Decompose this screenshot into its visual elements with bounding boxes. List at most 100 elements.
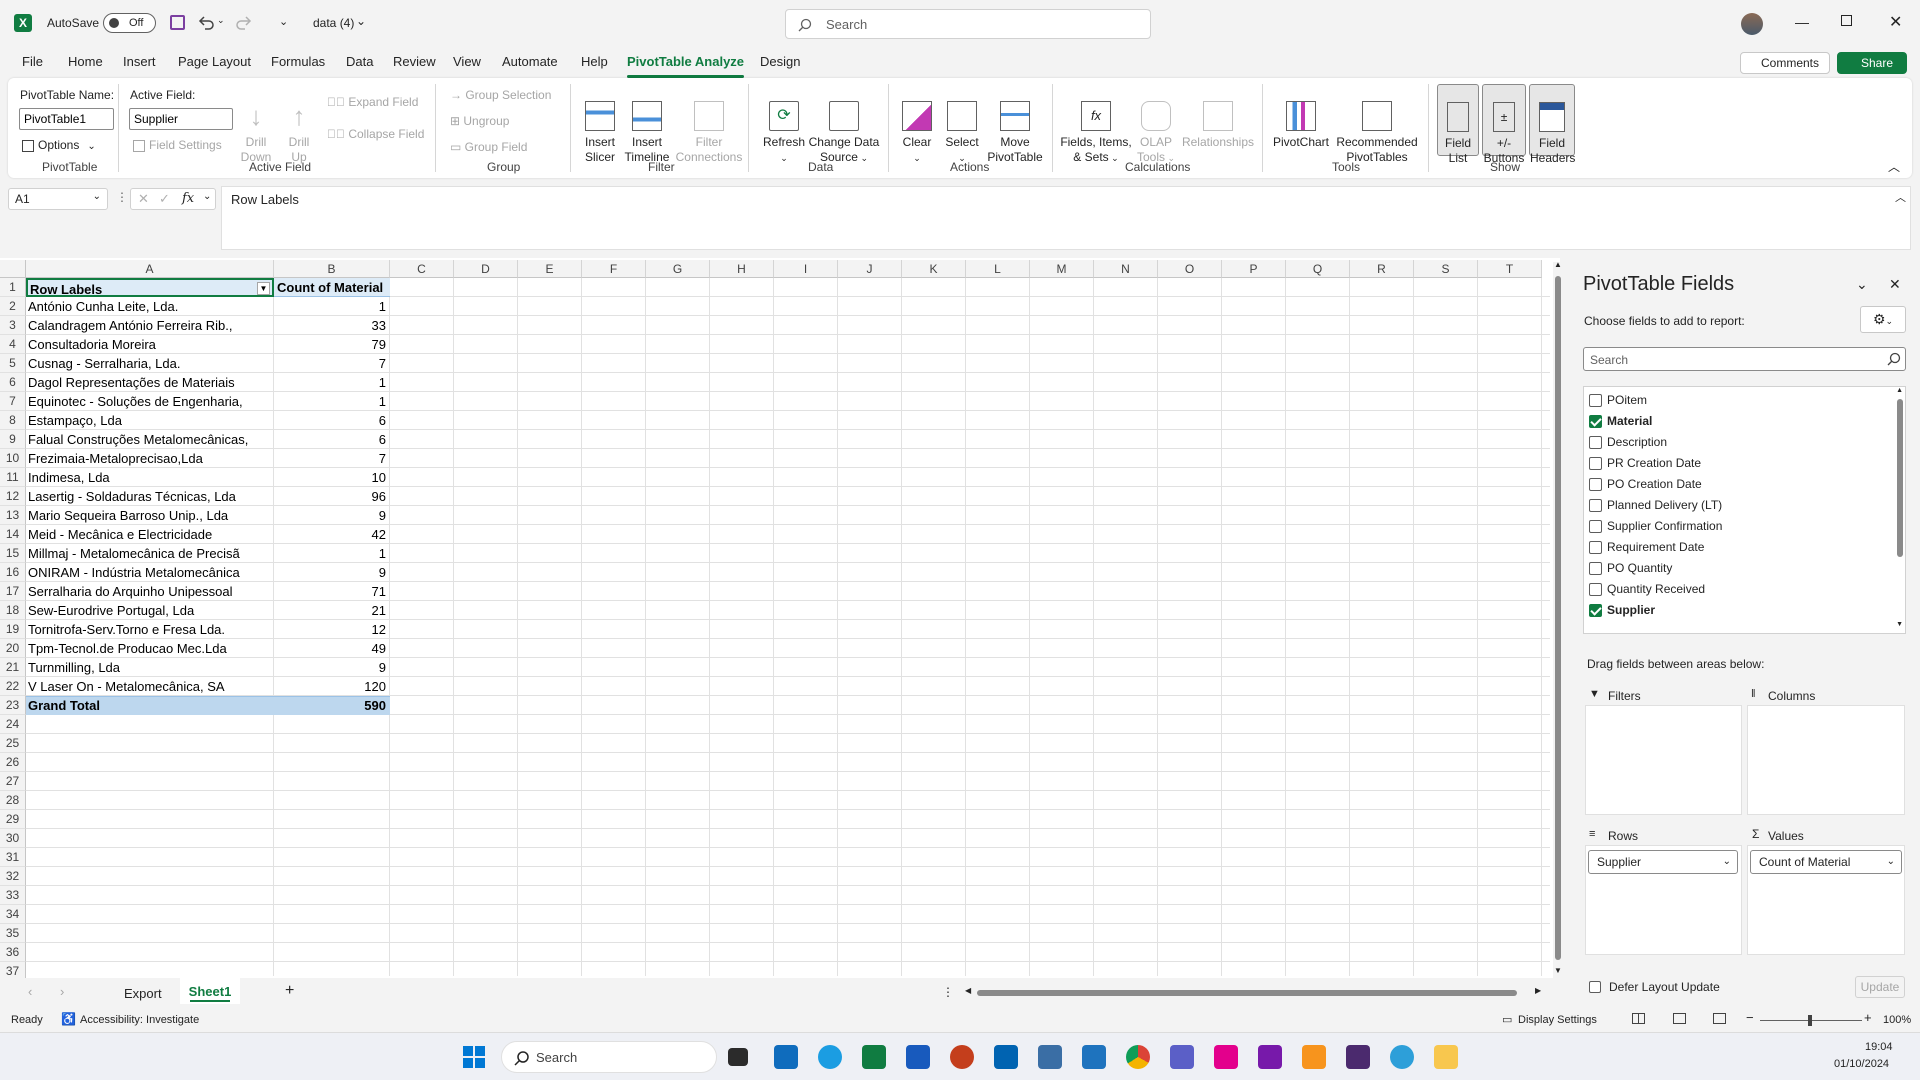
display-settings-icon[interactable]: ▭ (1502, 1013, 1512, 1026)
row-header[interactable]: 36 (0, 943, 26, 962)
column-header-l[interactable]: L (966, 260, 1030, 278)
pivot-row-label[interactable]: Serralharia do Arquinho Unipessoal (28, 582, 274, 601)
pivot-row-label[interactable]: Mario Sequeira Barroso Unip., Lda (28, 506, 274, 525)
tab-help[interactable]: Help (581, 54, 608, 69)
snipping-tool-icon[interactable] (1214, 1045, 1238, 1069)
select-button[interactable]: Select ⌄ (942, 86, 982, 166)
normal-view-icon[interactable] (1632, 1013, 1645, 1024)
drill-down-button[interactable]: ↓ Drill Down (238, 86, 274, 165)
tab-automate[interactable]: Automate (502, 54, 558, 69)
tab-view[interactable]: View (453, 54, 481, 69)
columns-area[interactable] (1747, 705, 1905, 815)
defer-layout-checkbox[interactable] (1589, 981, 1601, 993)
save-icon[interactable] (170, 15, 185, 30)
pivot-row-label[interactable]: Cusnag - Serralharia, Lda. (28, 354, 274, 373)
column-header-c[interactable]: C (390, 260, 454, 278)
field-checkbox[interactable] (1589, 457, 1602, 470)
column-header-n[interactable]: N (1094, 260, 1158, 278)
collapse-ribbon-icon[interactable]: ︿ (1888, 158, 1900, 175)
plus-minus-buttons-toggle[interactable]: ± +/- Buttons (1482, 84, 1526, 165)
filters-area[interactable] (1585, 705, 1742, 815)
pivot-row-label[interactable]: Estampaço, Lda (28, 411, 274, 430)
scroll-left-icon[interactable]: ◀ (965, 986, 971, 995)
app-purple-icon[interactable] (1346, 1045, 1370, 1069)
pivot-row-label[interactable]: Turnmilling, Lda (28, 658, 274, 677)
row-header[interactable]: 8 (0, 411, 26, 430)
pivot-row-label[interactable]: Indimesa, Lda (28, 468, 274, 487)
expand-field-button[interactable]: ⁺⃞ Expand Field (327, 95, 418, 109)
cancel-entry-icon[interactable]: ✕ (138, 191, 149, 207)
column-header-h[interactable]: H (710, 260, 774, 278)
row-header[interactable]: 17 (0, 582, 26, 601)
zoom-slider[interactable] (1760, 1015, 1862, 1026)
file-name[interactable]: data (4) (313, 16, 354, 30)
row-header[interactable]: 5 (0, 354, 26, 373)
row-header[interactable]: 21 (0, 658, 26, 677)
pivot-row-label[interactable]: Calandragem António Ferreira Rib., (28, 316, 274, 335)
field-checkbox[interactable] (1589, 415, 1602, 428)
row-header[interactable]: 28 (0, 791, 26, 810)
page-break-view-icon[interactable] (1713, 1013, 1726, 1024)
column-header-q[interactable]: Q (1286, 260, 1350, 278)
formula-options-icon[interactable]: ⋮ (116, 190, 128, 204)
pivot-row-count[interactable]: 33 (274, 316, 390, 335)
field-checkbox[interactable] (1589, 520, 1602, 533)
pane-options-chevron-icon[interactable]: ⌄ (1856, 276, 1868, 293)
zoom-slider-thumb[interactable] (1808, 1015, 1812, 1026)
redo-icon[interactable] (235, 14, 253, 32)
filter-dropdown-icon[interactable]: ▼ (257, 282, 270, 295)
field-checkbox[interactable] (1589, 394, 1602, 407)
row-header[interactable]: 6 (0, 373, 26, 392)
field-checkbox[interactable] (1589, 478, 1602, 491)
outlook-icon[interactable] (774, 1045, 798, 1069)
pivot-row-count[interactable]: 1 (274, 544, 390, 563)
row-header[interactable]: 32 (0, 867, 26, 886)
row-header[interactable]: 30 (0, 829, 26, 848)
autosave-toggle[interactable]: Off (103, 13, 156, 33)
group-field-button[interactable]: ▭ Group Field (450, 140, 527, 154)
remote-desktop-icon[interactable] (994, 1045, 1018, 1069)
row-header[interactable]: 1 (0, 278, 26, 297)
row-header[interactable]: 4 (0, 335, 26, 354)
undo-dropdown-icon[interactable]: ⌄ (217, 15, 225, 26)
column-header-m[interactable]: M (1030, 260, 1094, 278)
pivot-row-label[interactable]: Millmaj - Metalomecânica de Precisã (28, 544, 274, 563)
row-header[interactable]: 34 (0, 905, 26, 924)
ungroup-button[interactable]: ⊞ Ungroup (450, 114, 509, 128)
clock-date[interactable]: 01/10/2024 (1834, 1058, 1889, 1070)
column-header-t[interactable]: T (1478, 260, 1542, 278)
row-header[interactable]: 14 (0, 525, 26, 544)
row-header[interactable]: 22 (0, 677, 26, 696)
column-header-r[interactable]: R (1350, 260, 1414, 278)
next-sheet-icon[interactable]: › (60, 984, 64, 999)
column-header-g[interactable]: G (646, 260, 710, 278)
options-button[interactable]: Options ⌄ (22, 138, 96, 152)
row-header[interactable]: 24 (0, 715, 26, 734)
field-checkbox[interactable] (1589, 562, 1602, 575)
tab-insert[interactable]: Insert (123, 54, 156, 69)
insert-timeline-button[interactable]: Insert Timeline (622, 86, 672, 165)
field-list-scroll-up-icon[interactable]: ▲ (1896, 387, 1903, 394)
row-header[interactable]: 31 (0, 848, 26, 867)
pane-close-icon[interactable]: ✕ (1889, 276, 1901, 293)
field-search-input[interactable]: Search (1583, 347, 1906, 371)
column-header-b[interactable]: B (274, 260, 390, 278)
pivot-row-label[interactable]: Falual Construções Metalomecânicas, (28, 430, 274, 449)
name-box[interactable]: A1 ⌄ (8, 188, 108, 210)
pivot-row-label[interactable]: Frezimaia-Metaloprecisao,Lda (28, 449, 274, 468)
active-field-input[interactable] (129, 108, 233, 130)
field-name[interactable]: PO Quantity (1607, 561, 1672, 575)
page-layout-view-icon[interactable] (1673, 1013, 1686, 1024)
comments-button[interactable]: Comments (1740, 52, 1830, 74)
tab-formulas[interactable]: Formulas (271, 54, 325, 69)
search-box[interactable]: Search (785, 9, 1151, 39)
field-name[interactable]: Supplier Confirmation (1607, 519, 1722, 533)
share-button[interactable]: Share (1837, 52, 1907, 74)
pivot-row-count[interactable]: 7 (274, 354, 390, 373)
values-field-count[interactable]: Count of Material ⌄ (1750, 850, 1902, 874)
scroll-down-icon[interactable]: ▼ (1554, 966, 1562, 975)
pivot-row-count[interactable]: 49 (274, 639, 390, 658)
zoom-out-icon[interactable]: − (1746, 1010, 1754, 1025)
pivot-row-count[interactable]: 9 (274, 506, 390, 525)
row-header[interactable]: 13 (0, 506, 26, 525)
